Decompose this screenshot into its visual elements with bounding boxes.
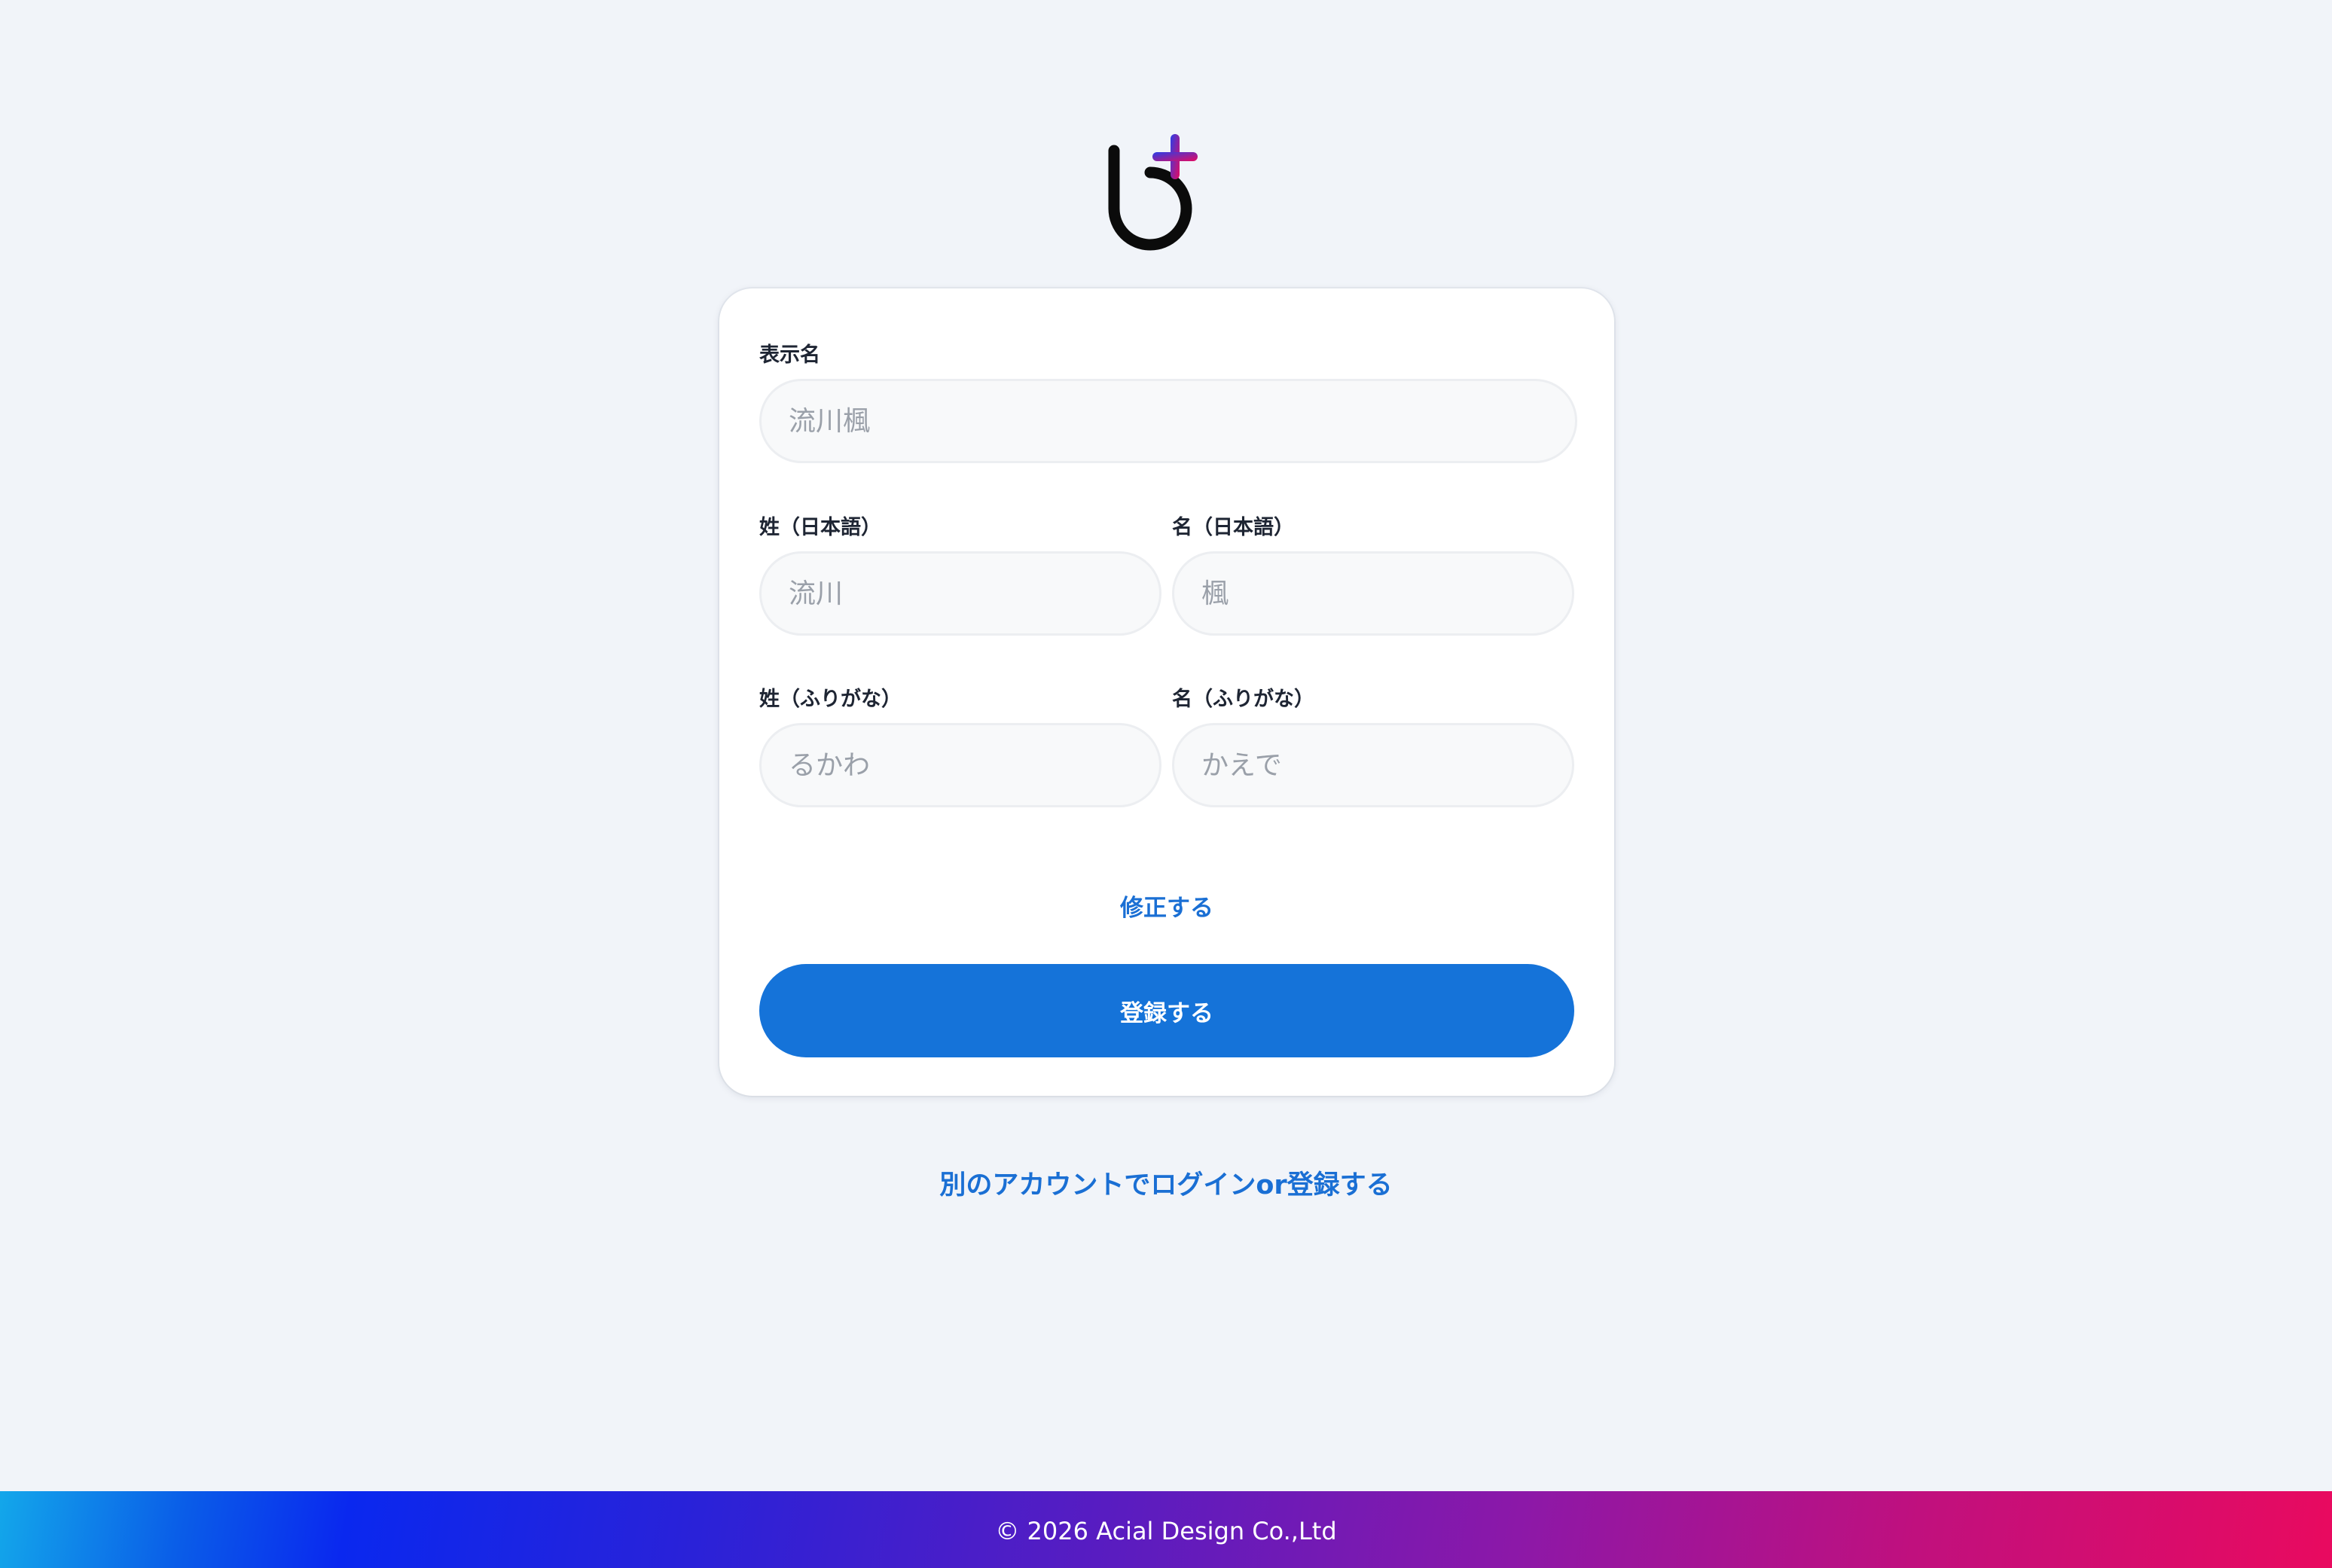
display-name-field[interactable] — [759, 379, 1577, 463]
last-name-ja-input[interactable] — [762, 554, 1159, 633]
alternate-account-link[interactable]: 別のアカウントでログインor登録する — [0, 1164, 2332, 1202]
display-name-input[interactable] — [762, 381, 1575, 461]
last-name-ja-field[interactable] — [759, 551, 1161, 636]
footer: © 2026 Acial Design Co.,Ltd — [0, 1491, 2332, 1568]
first-name-ja-field[interactable] — [1172, 551, 1574, 636]
first-name-ja-label: 名（日本語） — [1172, 516, 1294, 539]
brand-logo-icon — [1108, 134, 1198, 251]
last-name-kana-field[interactable] — [759, 723, 1161, 807]
first-name-ja-input[interactable] — [1174, 554, 1572, 633]
first-name-kana-input[interactable] — [1174, 725, 1572, 805]
last-name-kana-label: 姓（ふりがな） — [759, 688, 902, 711]
copyright-text: © 2026 Acial Design Co.,Ltd — [995, 1517, 1337, 1545]
first-name-kana-label: 名（ふりがな） — [1172, 688, 1314, 711]
display-name-label: 表示名 — [759, 343, 820, 367]
edit-link[interactable]: 修正する — [719, 889, 1614, 923]
last-name-kana-input[interactable] — [762, 725, 1159, 805]
first-name-kana-field[interactable] — [1172, 723, 1574, 807]
last-name-ja-label: 姓（日本語） — [759, 516, 881, 539]
register-button[interactable]: 登録する — [759, 964, 1574, 1057]
registration-card: 表示名 姓（日本語） 名（日本語） 姓（ふりがな） 名（ふりがな） 修正する 登… — [719, 288, 1614, 1096]
